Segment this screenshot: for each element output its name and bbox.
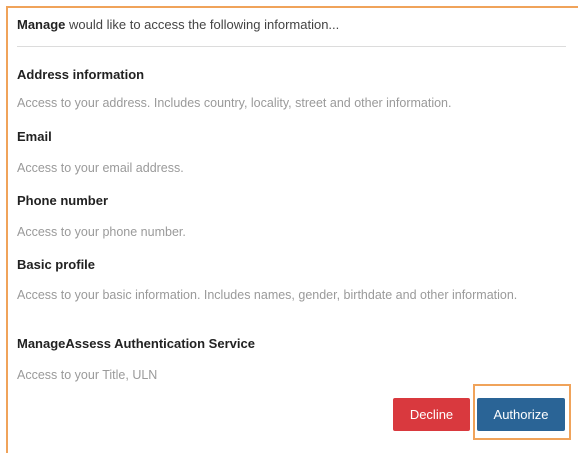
section-desc-profile: Access to your basic information. Includ… (17, 288, 518, 302)
section-desc-phone: Access to your phone number. (17, 225, 186, 239)
authorize-button[interactable]: Authorize (477, 398, 565, 431)
section-desc-address: Access to your address. Includes country… (17, 96, 452, 110)
section-title-auth-service: ManageAssess Authentication Service (17, 336, 255, 351)
decline-button[interactable]: Decline (393, 398, 470, 431)
section-title-address: Address information (17, 67, 145, 82)
consent-intro: Manage would like to access the followin… (17, 17, 339, 32)
divider (17, 46, 566, 47)
section-title-profile: Basic profile (17, 257, 96, 272)
intro-text: would like to access the following infor… (65, 17, 340, 32)
section-desc-auth-service: Access to your Title, ULN (17, 368, 158, 382)
section-desc-email: Access to your email address. (17, 161, 184, 175)
section-title-email: Email (17, 129, 52, 144)
app-name: Manage (17, 17, 66, 32)
section-title-phone: Phone number (17, 193, 109, 208)
